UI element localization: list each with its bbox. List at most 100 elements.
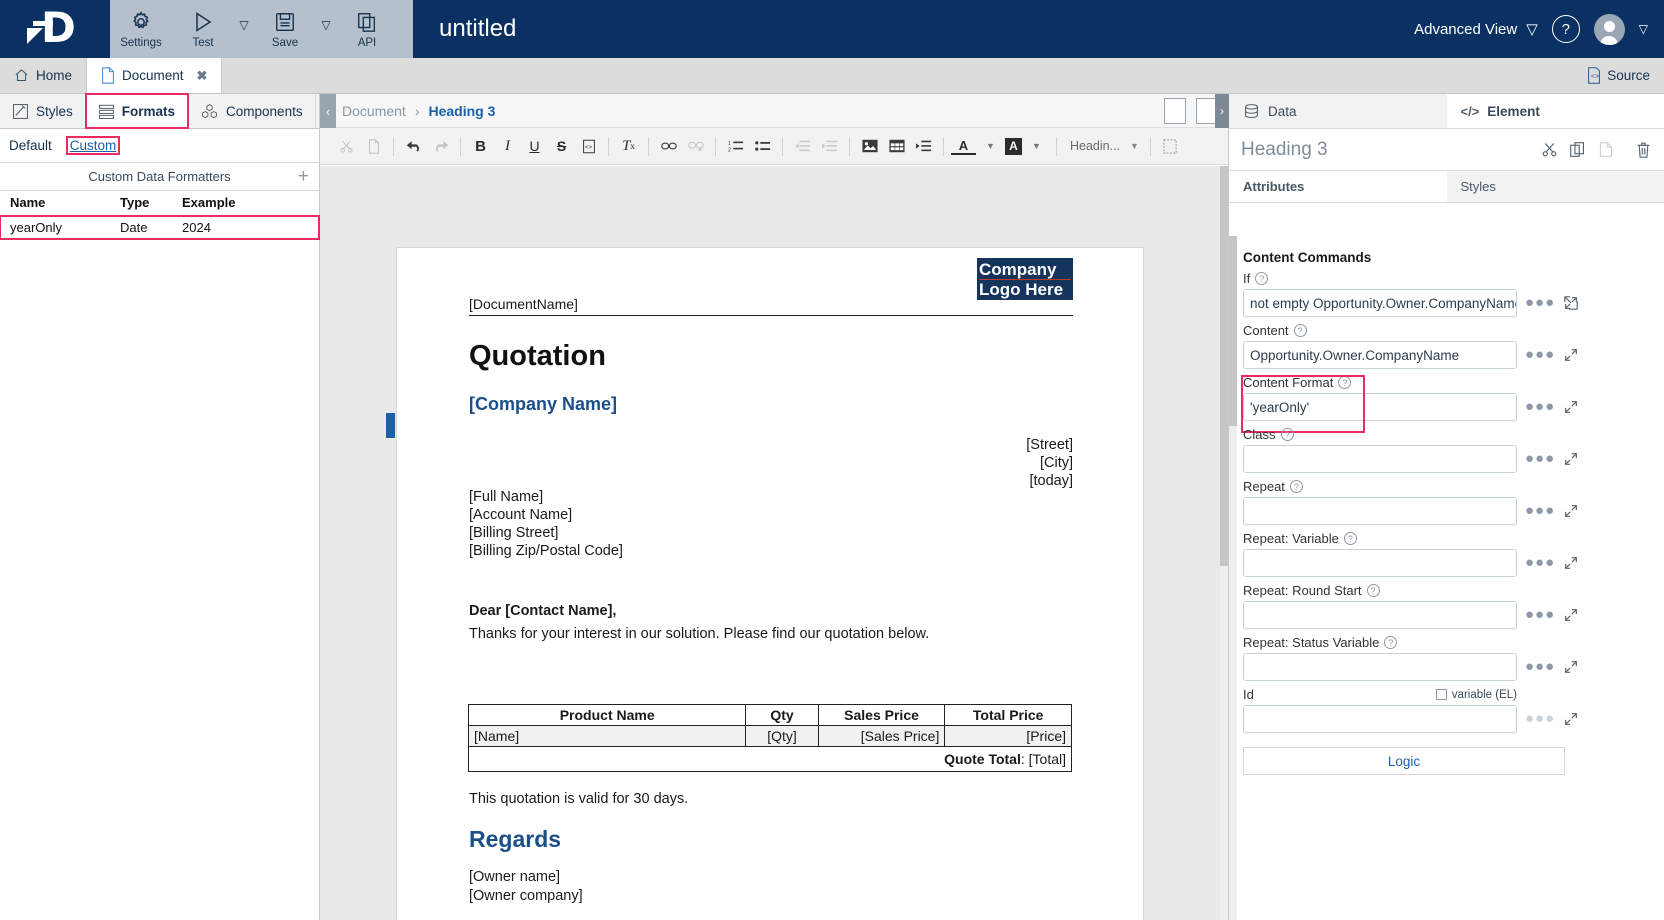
field-repeat-status-variable-expand-icon[interactable] bbox=[1563, 659, 1579, 675]
tab-document[interactable]: Document ✖ bbox=[87, 58, 223, 93]
table-icon[interactable] bbox=[884, 134, 909, 159]
app-logo[interactable]: D bbox=[0, 0, 110, 58]
link-icon[interactable] bbox=[656, 134, 681, 159]
bg-color-caret-icon[interactable]: ▼ bbox=[1024, 134, 1049, 159]
template-marker-icon[interactable] bbox=[1158, 134, 1183, 159]
field-if-expand-icon[interactable] bbox=[1563, 295, 1579, 311]
expand-right-panel-button[interactable]: › bbox=[1215, 94, 1229, 128]
underline-icon[interactable]: U bbox=[522, 134, 547, 159]
help-icon[interactable]: ? bbox=[1384, 636, 1398, 649]
collapse-left-panel-button[interactable]: ‹ bbox=[320, 94, 336, 128]
source-button[interactable]: <> Source bbox=[1587, 58, 1664, 93]
field-repeat-round-start-input[interactable] bbox=[1243, 601, 1517, 629]
breadcrumb-document[interactable]: Document bbox=[342, 103, 406, 119]
save-button[interactable]: Save bbox=[254, 0, 316, 58]
formats-subtab-default[interactable]: Default bbox=[6, 137, 55, 154]
redo-icon[interactable] bbox=[428, 134, 453, 159]
field-repeat-variable-input[interactable] bbox=[1243, 549, 1517, 577]
bold-icon[interactable]: B bbox=[468, 134, 493, 159]
field-content-format-more-button[interactable]: ●●● bbox=[1525, 399, 1555, 414]
field-repeat-variable-expand-icon[interactable] bbox=[1563, 555, 1579, 571]
field-repeat-input[interactable] bbox=[1243, 497, 1517, 525]
breadcrumb-current[interactable]: Heading 3 bbox=[428, 103, 495, 119]
logic-button[interactable]: Logic bbox=[1243, 747, 1565, 775]
delete-icon[interactable] bbox=[1635, 141, 1652, 159]
copy-icon[interactable] bbox=[1569, 141, 1586, 158]
left-tab-components[interactable]: Components bbox=[188, 94, 316, 128]
tab-close-icon[interactable]: ✖ bbox=[197, 68, 208, 84]
remove-format-icon[interactable]: Tx bbox=[616, 134, 641, 159]
left-tab-styles[interactable]: Styles bbox=[0, 94, 86, 128]
field-id-expand-icon[interactable] bbox=[1563, 711, 1579, 727]
field-class-expand-icon[interactable] bbox=[1563, 451, 1579, 467]
document-canvas[interactable]: [DocumentName] Company Logo Here Quotati… bbox=[320, 166, 1228, 920]
field-id-input[interactable] bbox=[1243, 705, 1517, 733]
help-icon[interactable]: ? bbox=[1280, 428, 1294, 441]
outdent-icon[interactable] bbox=[790, 134, 815, 159]
left-tab-formats[interactable]: Formats bbox=[84, 93, 190, 129]
field-if-more-button[interactable]: ●●● bbox=[1525, 295, 1555, 310]
help-icon[interactable]: ? bbox=[1338, 376, 1352, 389]
field-repeat-expand-icon[interactable] bbox=[1563, 503, 1579, 519]
page-break-icon[interactable] bbox=[911, 134, 936, 159]
document-heading-company-name[interactable]: [Company Name] bbox=[469, 394, 617, 415]
user-menu-caret-icon[interactable]: ▽ bbox=[1639, 22, 1648, 36]
right-tab-data[interactable]: Data bbox=[1229, 94, 1447, 128]
field-content-format-input[interactable]: 'yearOnly' bbox=[1243, 393, 1517, 421]
help-icon[interactable]: ? bbox=[1343, 532, 1357, 545]
help-icon[interactable]: ? bbox=[1293, 324, 1307, 337]
field-if-input[interactable]: not empty Opportunity.Owner.CompanyName bbox=[1243, 289, 1517, 317]
blank-page-icon[interactable] bbox=[1164, 97, 1186, 124]
canvas-scrollbar[interactable] bbox=[1220, 166, 1228, 920]
undo-icon[interactable] bbox=[401, 134, 426, 159]
variable-el-checkbox[interactable] bbox=[1435, 689, 1447, 700]
field-class-input[interactable] bbox=[1243, 445, 1517, 473]
test-dropdown-caret-icon[interactable]: ▽ bbox=[234, 18, 254, 40]
document-page[interactable]: [DocumentName] Company Logo Here Quotati… bbox=[396, 247, 1144, 920]
field-content-format-expand-icon[interactable] bbox=[1563, 399, 1579, 415]
table-row[interactable]: yearOnly Date 2024 bbox=[0, 215, 320, 240]
avatar[interactable] bbox=[1593, 13, 1625, 45]
field-repeat-round-start-more-button[interactable]: ●●● bbox=[1525, 607, 1555, 622]
copy-icon[interactable] bbox=[361, 134, 386, 159]
source-code-icon[interactable]: <> bbox=[576, 134, 601, 159]
add-formatter-button[interactable]: + bbox=[298, 167, 309, 186]
paragraph-style-select[interactable]: Headin... ▼ bbox=[1064, 135, 1143, 158]
numbered-list-icon[interactable]: 12 bbox=[723, 134, 748, 159]
formats-subtab-custom[interactable]: Custom bbox=[65, 136, 121, 155]
field-repeat-more-button[interactable]: ●●● bbox=[1525, 503, 1555, 518]
field-id-more-button[interactable]: ●●● bbox=[1525, 711, 1555, 726]
help-button[interactable]: ? bbox=[1551, 15, 1580, 43]
image-icon[interactable] bbox=[857, 134, 882, 159]
strikethrough-icon[interactable]: S bbox=[549, 134, 574, 159]
document-heading-regards[interactable]: Regards bbox=[469, 826, 561, 853]
advanced-view-selector[interactable]: Advanced View ▽ bbox=[1414, 20, 1538, 39]
field-repeat-status-variable-input[interactable] bbox=[1243, 653, 1517, 681]
paste-icon[interactable] bbox=[1597, 141, 1614, 158]
help-icon[interactable]: ? bbox=[1255, 272, 1269, 285]
api-button[interactable]: API bbox=[336, 0, 398, 58]
tab-home[interactable]: Home bbox=[0, 58, 88, 93]
variable-el-toggle[interactable]: variable (EL) bbox=[1435, 689, 1517, 701]
field-content-more-button[interactable]: ●●● bbox=[1525, 347, 1555, 362]
right-tab-element[interactable]: </> Element bbox=[1446, 94, 1664, 128]
indent-icon[interactable] bbox=[817, 134, 842, 159]
unlink-icon[interactable] bbox=[683, 134, 708, 159]
document-heading-quotation[interactable]: Quotation bbox=[469, 340, 606, 373]
test-button[interactable]: Test bbox=[172, 0, 234, 58]
element-subtab-styles[interactable]: Styles bbox=[1446, 171, 1664, 202]
cut-icon[interactable] bbox=[1541, 141, 1558, 158]
field-content-input[interactable]: Opportunity.Owner.CompanyName bbox=[1243, 341, 1517, 369]
field-repeat-status-variable-more-button[interactable]: ●●● bbox=[1525, 659, 1555, 674]
italic-icon[interactable]: I bbox=[495, 134, 520, 159]
bulleted-list-icon[interactable] bbox=[750, 134, 775, 159]
bg-color-icon[interactable]: A bbox=[1005, 137, 1022, 155]
help-icon[interactable]: ? bbox=[1289, 480, 1303, 493]
settings-button[interactable]: Settings bbox=[110, 0, 172, 58]
text-color-icon[interactable]: A bbox=[951, 138, 976, 155]
save-dropdown-caret-icon[interactable]: ▽ bbox=[316, 18, 336, 40]
cut-icon[interactable] bbox=[334, 134, 359, 159]
field-repeat-round-start-expand-icon[interactable] bbox=[1563, 607, 1579, 623]
field-class-more-button[interactable]: ●●● bbox=[1525, 451, 1555, 466]
field-content-expand-icon[interactable] bbox=[1563, 347, 1579, 363]
